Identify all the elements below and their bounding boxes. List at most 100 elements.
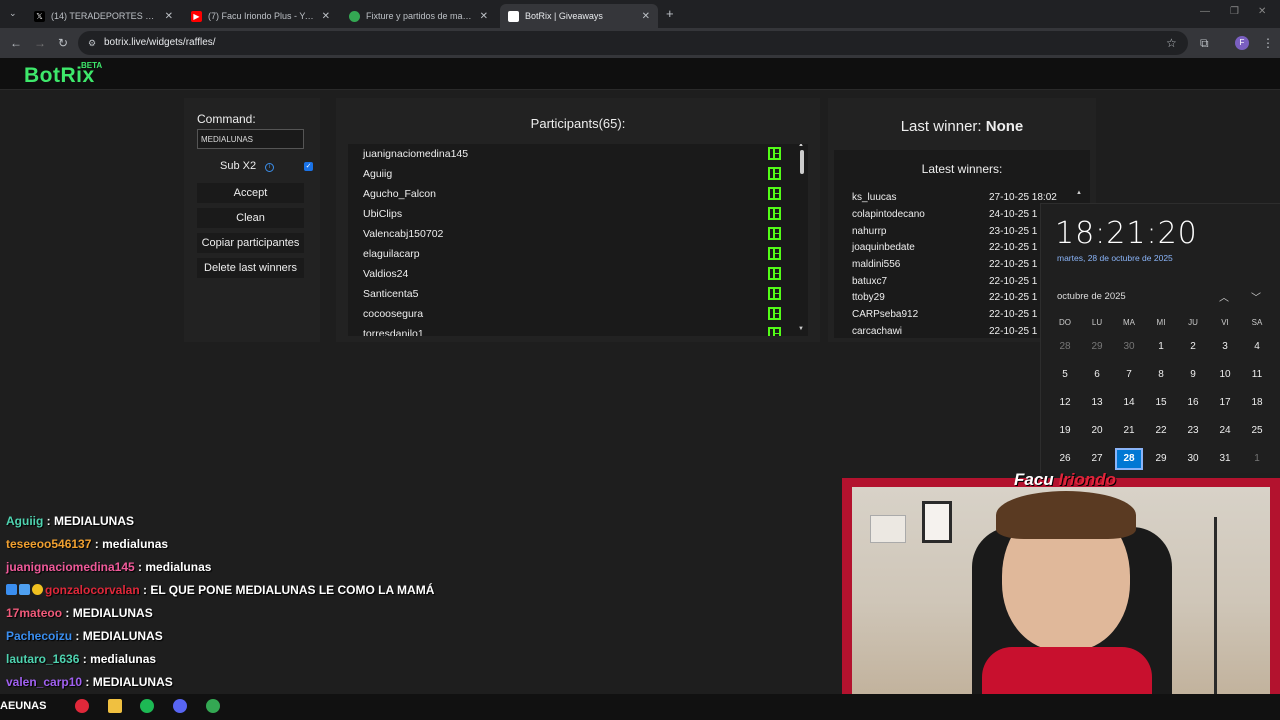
calendar-day[interactable]: 27 [1083,448,1111,470]
calendar-day[interactable]: 29 [1083,336,1111,358]
participant-row: juanignaciomedina145 [348,144,788,164]
calendar-day[interactable]: 4 [1243,336,1271,358]
restore-icon[interactable]: ❐ [1230,6,1239,17]
calendar-day[interactable]: 29 [1147,448,1175,470]
calendar-day[interactable]: 5 [1051,364,1079,386]
calendar-day[interactable]: 10 [1211,364,1239,386]
calendar-day[interactable]: 28 [1115,448,1143,470]
calendar-day[interactable]: 14 [1115,392,1143,414]
calendar-day[interactable]: 31 [1211,448,1239,470]
tab-title: Fixture y partidos de mañana e [366,11,474,21]
last-winner-value: None [985,118,1024,135]
address-bar[interactable]: ⚙ botrix.live/widgets/raffles/ ☆ [78,31,1188,55]
tab-botrix[interactable]: BotRix | Giveaways ✕ [500,4,658,28]
calendar-day[interactable]: 9 [1179,364,1207,386]
chat-username[interactable]: lautaro_1636 [6,652,79,666]
command-input[interactable] [197,129,304,149]
profile-avatar[interactable]: F [1235,36,1249,50]
copy-participants-button[interactable]: Copiar participantes [197,233,304,253]
tab-search-icon[interactable]: ⌄ [9,8,17,19]
calendar-day[interactable]: 1 [1147,336,1175,358]
sub-x2-checkbox[interactable]: ✓ [304,162,313,171]
chat-username[interactable]: juanignaciomedina145 [6,560,135,574]
participant-name: Aguiig [363,168,393,180]
calendar-day[interactable]: 8 [1147,364,1175,386]
site-info-icon[interactable]: ⚙ [88,31,96,55]
scroll-up-icon[interactable]: ▲ [1076,190,1082,196]
calendar-day[interactable]: 28 [1051,336,1079,358]
calendar-day[interactable]: 18 [1243,392,1271,414]
browser-icon[interactable] [206,699,220,713]
forward-icon[interactable]: → [34,36,46,50]
back-icon[interactable]: ← [10,36,22,50]
close-icon[interactable]: ✕ [480,11,488,22]
reload-icon[interactable]: ↻ [58,36,68,50]
participants-scrollbar[interactable] [800,150,804,174]
delete-last-winners-button[interactable]: Delete last winners [197,258,304,278]
extensions-icon[interactable]: ⧉ [1200,36,1209,51]
calendar-day[interactable]: 6 [1083,364,1111,386]
close-icon[interactable]: ✕ [322,11,330,22]
menu-icon[interactable]: ⋮ [1262,36,1274,50]
calendar-day[interactable]: 19 [1051,420,1079,442]
x-icon: 𝕏 [34,10,45,22]
botrix-header: BotRix BETA [0,58,1280,90]
chat-username[interactable]: Pachecoizu [6,629,72,643]
calendar-day[interactable]: 24 [1211,420,1239,442]
calendar-day[interactable]: 2 [1179,336,1207,358]
calendar-day[interactable]: 23 [1179,420,1207,442]
chat-separator: : [82,675,93,689]
discord-icon[interactable] [173,699,187,713]
participants-list[interactable]: juanignaciomedina145 Aguiig Agucho_Falco… [348,144,808,336]
spotify-icon[interactable] [140,699,154,713]
chevron-up-icon[interactable]: ︿ [1219,289,1229,304]
scroll-up-icon[interactable]: ▲ [798,144,804,148]
clean-button[interactable]: Clean [197,208,304,228]
calendar-day[interactable]: 20 [1083,420,1111,442]
accept-button[interactable]: Accept [197,183,304,203]
kick-icon [768,227,781,240]
calendar-day[interactable]: 12 [1051,392,1079,414]
chat-username[interactable]: valen_carp10 [6,675,82,689]
calendar-day[interactable]: 13 [1083,392,1111,414]
kick-icon [768,247,781,260]
calendar-month[interactable]: octubre de 2025 [1057,291,1126,302]
bookmark-star-icon[interactable]: ☆ [1166,31,1177,55]
calendar-day[interactable]: 15 [1147,392,1175,414]
tab-teradeportes[interactable]: 𝕏 (14) TERADEPORTES on X: "sa ✕ [26,4,181,28]
calendar-day[interactable]: 22 [1147,420,1175,442]
tab-fixture[interactable]: Fixture y partidos de mañana e ✕ [341,4,496,28]
chrome-icon[interactable] [75,699,89,713]
close-icon[interactable]: ✕ [642,11,650,22]
chat-username[interactable]: gonzalocorvalan [45,583,140,597]
calendar-day[interactable]: 7 [1115,364,1143,386]
calendar-day[interactable]: 16 [1179,392,1207,414]
winner-name: batuxc7 [852,276,888,287]
chat-username[interactable]: teseeoo546137 [6,537,91,551]
clock-date[interactable]: martes, 28 de octubre de 2025 [1057,253,1173,263]
calendar-day[interactable]: 3 [1211,336,1239,358]
folder-icon[interactable] [108,699,122,713]
calendar-day[interactable]: 30 [1115,336,1143,358]
info-icon[interactable]: i [265,163,274,172]
chat-username[interactable]: 17mateoo [6,606,62,620]
chat-separator: : [134,560,146,574]
calendar-day[interactable]: 1 [1243,448,1271,470]
kick-icon [768,327,781,336]
kick-icon [768,267,781,280]
calendar-day[interactable]: 25 [1243,420,1271,442]
calendar-day[interactable]: 21 [1115,420,1143,442]
calendar-day[interactable]: 26 [1051,448,1079,470]
chat-username[interactable]: Aguiig [6,514,43,528]
chevron-down-icon[interactable]: ﹀ [1251,289,1261,304]
new-tab-icon[interactable]: + [666,6,674,21]
scroll-down-icon[interactable]: ▼ [798,326,804,332]
close-icon[interactable]: ✕ [165,11,173,22]
calendar-day[interactable]: 30 [1179,448,1207,470]
window-close-icon[interactable]: ✕ [1258,6,1266,17]
calendar-day[interactable]: 11 [1243,364,1271,386]
minimize-icon[interactable]: — [1200,6,1210,17]
tab-youtube[interactable]: ▶ (7) Facu Iriondo Plus - YouTube ✕ [183,4,338,28]
participant-name: UbiClips [363,208,403,220]
calendar-day[interactable]: 17 [1211,392,1239,414]
